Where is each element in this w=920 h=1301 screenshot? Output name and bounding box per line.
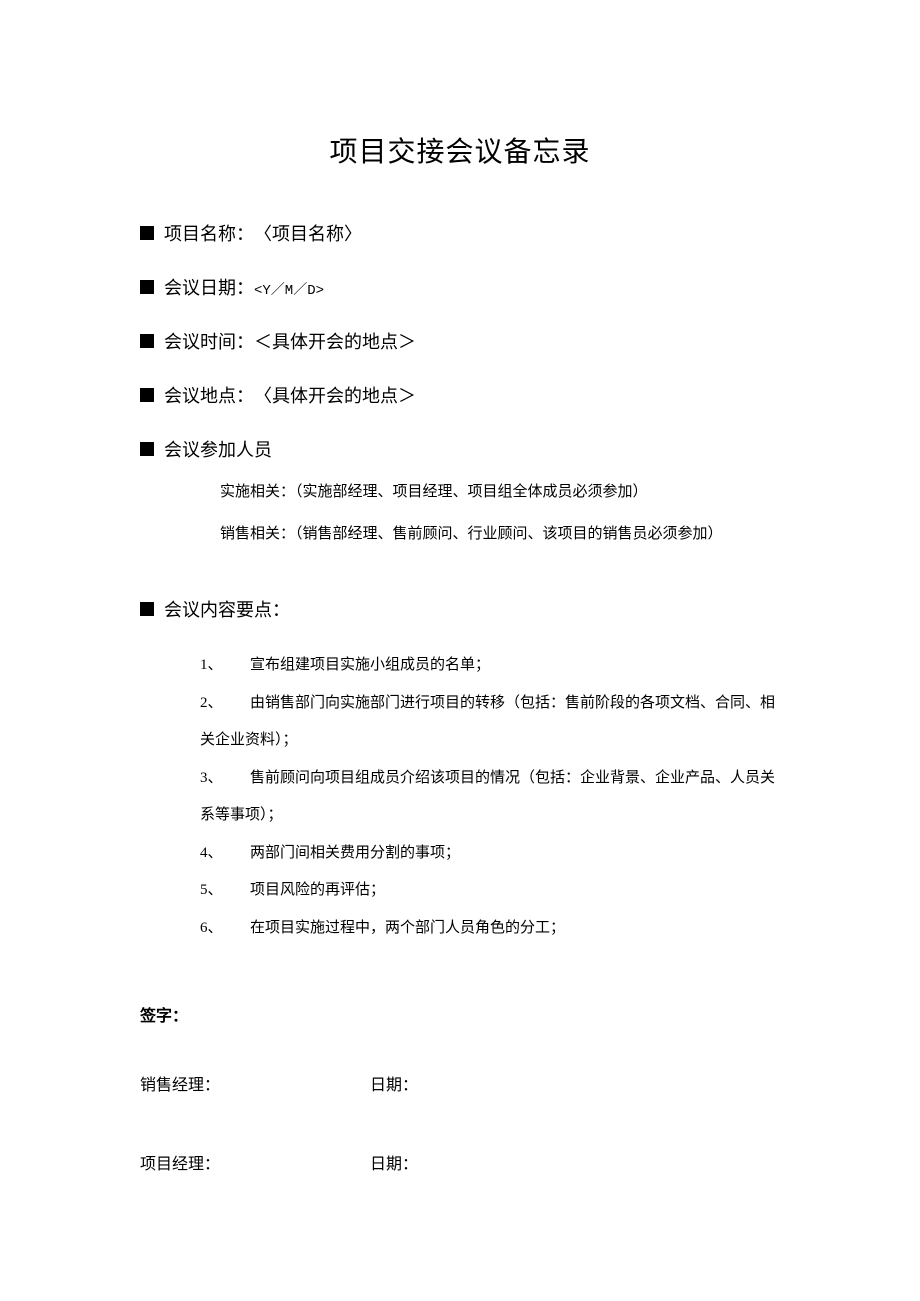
item-text: 由销售部门向实施部门进行项目的转移（包括：售前阶段的各项文档、合同、相关企业资料… xyxy=(200,695,775,749)
signature-row-sales: 销售经理： 日期： xyxy=(140,1071,780,1095)
meeting-time-label: 会议时间： xyxy=(164,328,254,354)
attendee-line-implementation: 实施相关：（实施部经理、项目经理、项目组全体成员必须参加） xyxy=(220,480,780,504)
document-title: 项目交接会议备忘录 xyxy=(140,130,780,170)
signature-date-label: 日期： xyxy=(370,1071,418,1095)
list-item: 2、由销售部门向实施部门进行项目的转移（包括：售前阶段的各项文档、合同、相关企业… xyxy=(140,685,780,760)
signature-date-label: 日期： xyxy=(370,1150,418,1174)
item-number: 4、 xyxy=(200,835,250,873)
list-item: 4、两部门间相关费用分割的事项； xyxy=(200,835,780,873)
item-text: 售前顾问向项目组成员介绍该项目的情况（包括：企业背景、企业产品、人员关系等事项）… xyxy=(200,770,775,824)
meeting-location-value: 〈具体开会的地点＞ xyxy=(254,382,416,408)
attendee-line-sales: 销售相关：（销售部经理、售前顾问、行业顾问、该项目的销售员必须参加） xyxy=(220,522,780,546)
item-number: 3、 xyxy=(200,760,250,798)
signature-role-sales: 销售经理： xyxy=(140,1071,370,1095)
meeting-date-value: <Y／M／D> xyxy=(254,279,324,299)
bullet-icon xyxy=(140,226,154,240)
item-text: 两部门间相关费用分割的事项； xyxy=(250,845,460,861)
signature-section: 签字： 销售经理： 日期： 项目经理： 日期： xyxy=(140,1002,780,1174)
bullet-icon xyxy=(140,388,154,402)
attendees-label: 会议参加人员 xyxy=(164,436,272,462)
content-section: 会议内容要点： 1、宣布组建项目实施小组成员的名单； 2、由销售部门向实施部门进… xyxy=(140,596,780,947)
content-label: 会议内容要点： xyxy=(164,596,290,622)
meeting-time-value: ＜具体开会的地点＞ xyxy=(254,328,416,354)
content-list: 1、宣布组建项目实施小组成员的名单； 2、由销售部门向实施部门进行项目的转移（包… xyxy=(200,647,780,947)
field-meeting-date: 会议日期： <Y／M／D> xyxy=(140,274,780,300)
item-number: 2、 xyxy=(200,685,250,723)
item-text: 在项目实施过程中，两个部门人员角色的分工； xyxy=(250,920,565,936)
signature-role-project: 项目经理： xyxy=(140,1150,370,1174)
bullet-icon xyxy=(140,602,154,616)
list-item: 3、售前顾问向项目组成员介绍该项目的情况（包括：企业背景、企业产品、人员关系等事… xyxy=(140,760,780,835)
attendees-section: 会议参加人员 实施相关：（实施部经理、项目经理、项目组全体成员必须参加） 销售相… xyxy=(140,436,780,546)
list-item: 6、在项目实施过程中，两个部门人员角色的分工； xyxy=(200,910,780,948)
field-project-name: 项目名称： 〈项目名称〉 xyxy=(140,220,780,246)
field-meeting-location: 会议地点： 〈具体开会的地点＞ xyxy=(140,382,780,408)
meeting-date-label: 会议日期： xyxy=(164,274,254,300)
bullet-icon xyxy=(140,442,154,456)
list-item: 5、项目风险的再评估； xyxy=(200,872,780,910)
item-text: 宣布组建项目实施小组成员的名单； xyxy=(250,657,490,673)
meeting-location-label: 会议地点： xyxy=(164,382,254,408)
document-page: 项目交接会议备忘录 项目名称： 〈项目名称〉 会议日期： <Y／M／D> 会议时… xyxy=(0,0,920,1174)
field-meeting-time: 会议时间： ＜具体开会的地点＞ xyxy=(140,328,780,354)
signature-label: 签字： xyxy=(140,1002,780,1026)
item-number: 6、 xyxy=(200,910,250,948)
item-number: 1、 xyxy=(200,647,250,685)
list-item: 1、宣布组建项目实施小组成员的名单； xyxy=(200,647,780,685)
item-number: 5、 xyxy=(200,872,250,910)
project-name-value: 〈项目名称〉 xyxy=(254,220,362,246)
item-text: 项目风险的再评估； xyxy=(250,882,385,898)
bullet-icon xyxy=(140,280,154,294)
project-name-label: 项目名称： xyxy=(164,220,254,246)
signature-row-project: 项目经理： 日期： xyxy=(140,1150,780,1174)
bullet-icon xyxy=(140,334,154,348)
